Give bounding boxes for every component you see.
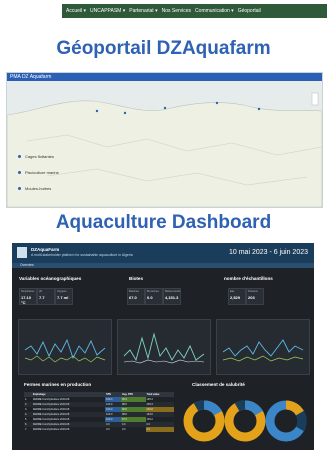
date-range-picker[interactable]: 10 mai 2023 - 6 juin 2023 xyxy=(229,249,308,256)
dashboard-panel: DZAquaFarm A multi-stakeholder platform … xyxy=(12,243,314,450)
donut-segment xyxy=(295,410,307,432)
card-ph: pH 7.7 xyxy=(37,288,55,305)
series-line xyxy=(222,355,304,362)
legend-item-cages[interactable]: Cages flottantes xyxy=(18,154,54,159)
map-legend: Cages flottantes Pisciculture marine Mou… xyxy=(0,134,60,204)
nav-item-accueil[interactable]: Accueil ▾ xyxy=(66,8,86,14)
ocean-line-chart xyxy=(24,338,106,363)
section-salubrity: Classement de salubrité xyxy=(192,382,245,387)
series-line xyxy=(123,332,205,362)
card-poissons: Poissons 203 xyxy=(246,288,264,305)
card-temperature: Température 17.10 °C xyxy=(19,288,37,305)
donut-segment xyxy=(234,400,246,412)
card-metaux: Métaux lourds 4,151.3 xyxy=(163,288,181,305)
series-line xyxy=(24,338,106,360)
top-navigation: Accueil ▾ UNCAPPASM ▾ Partenariat ▾ Nos … xyxy=(62,4,327,18)
dashboard-title: Aquaculture Dashboard xyxy=(55,212,272,233)
logo-icon xyxy=(17,247,27,258)
farms-table: Exploitage STE Avg. STS Total value 1. FE… xyxy=(24,392,174,432)
nav-item-services[interactable]: Nos Services xyxy=(162,8,191,14)
dot-icon xyxy=(18,171,21,174)
map-header: PMA DZ Aquafarm xyxy=(7,73,322,81)
dashboard-app-title: DZAquaFarm xyxy=(31,247,60,252)
chart-ocean[interactable] xyxy=(18,319,112,375)
legend-item-moules[interactable]: Moules-huitres xyxy=(18,186,51,191)
samples-line-chart xyxy=(222,339,304,362)
card-bacteries: Bactéries 67.0 xyxy=(127,288,145,305)
series-line xyxy=(222,339,304,357)
donut-segment xyxy=(244,400,263,416)
series-line xyxy=(24,355,106,363)
nav-item-geoportail[interactable]: Géoportail xyxy=(238,8,261,14)
table-row[interactable]: 7. FERME Conchyliculture 2019-08 0.0 0.0 0.0 xyxy=(24,427,174,432)
chart-samples[interactable] xyxy=(216,319,310,375)
dot-icon xyxy=(18,155,21,158)
dashboard-header: DZAquaFarm A multi-stakeholder platform … xyxy=(12,243,314,263)
biotes-line-chart xyxy=(123,332,205,364)
nav-item-partenariat[interactable]: Partenariat ▾ xyxy=(129,8,157,14)
salubrity-donuts[interactable] xyxy=(182,393,312,448)
section-farms: Fermes marines en production xyxy=(24,382,92,387)
section-ocean: Variables océanographiques xyxy=(19,276,82,281)
chart-biotes[interactable] xyxy=(117,319,211,375)
dashboard-subtitle: A multi-stakeholder platform for sustain… xyxy=(31,253,133,257)
geoportail-title: Géoportail DZAquafarm xyxy=(56,38,271,59)
dot-icon xyxy=(18,187,21,190)
card-eau: Eau 2,529 xyxy=(228,288,246,305)
nav-item-uncappasm[interactable]: UNCAPPASM ▾ xyxy=(90,8,125,14)
donut-segment xyxy=(203,400,222,416)
card-biotoxines: Bio-toxines 0.0 xyxy=(145,288,163,305)
legend-item-pisciculture[interactable]: Pisciculture marine xyxy=(18,170,59,175)
nav-item-communication[interactable]: Communication ▾ xyxy=(195,8,234,14)
section-biotes: Biotes xyxy=(129,276,144,281)
card-oxygen: Oxygène 7.7 ml xyxy=(55,288,73,305)
donut-segment xyxy=(285,400,304,416)
donut-segment xyxy=(193,400,205,412)
section-samples: nombre d'échantillons xyxy=(224,276,273,281)
tab-overview[interactable]: Overview xyxy=(12,263,314,268)
